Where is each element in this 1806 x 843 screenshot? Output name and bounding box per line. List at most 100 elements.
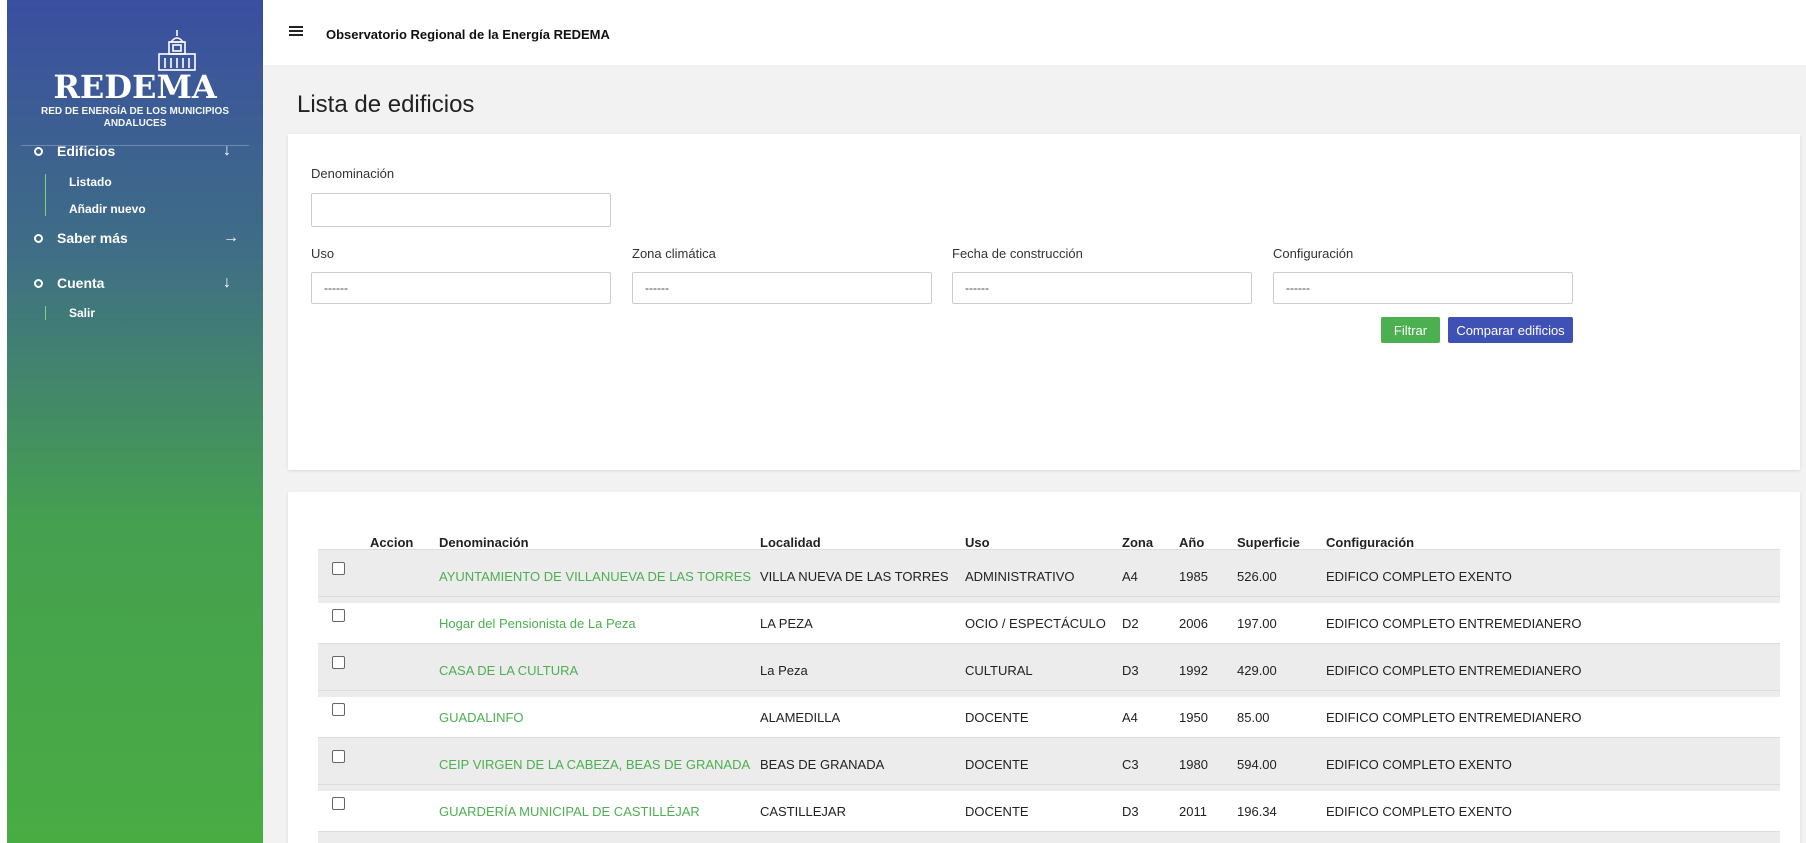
- town-hall-icon: [158, 30, 196, 71]
- page-title: Lista de edificios: [297, 91, 475, 118]
- cell-anio: 1980: [1179, 757, 1208, 772]
- sidebar-subitem-salir[interactable]: Salir: [69, 306, 95, 320]
- cell-uso: DOCENTE: [965, 757, 1029, 772]
- cell-zona: C3: [1122, 757, 1139, 772]
- cell-localidad: CASTILLEJAR: [760, 804, 846, 819]
- sidebar: REDEMA RED DE ENERGÍA DE LOS MUNICIPIOS …: [7, 0, 263, 843]
- logo-subtitle: RED DE ENERGÍA DE LOS MUNICIPIOS ANDALUC…: [7, 106, 263, 130]
- cell-superficie: 594.00: [1237, 757, 1277, 772]
- logo-title: REDEMA: [53, 68, 217, 106]
- table-row: CEIP VIRGEN DE LA CABEZA, BEAS DE GRANAD…: [318, 737, 1780, 791]
- zona-select[interactable]: ------: [632, 272, 932, 304]
- building-link[interactable]: GUARDERÍA MUNICIPAL DE CASTILLÉJAR: [439, 804, 700, 819]
- row-checkbox[interactable]: [332, 750, 345, 763]
- uso-label: Uso: [311, 246, 335, 261]
- fecha-select[interactable]: ------: [952, 272, 1252, 304]
- cell-zona: D3: [1122, 804, 1139, 819]
- cell-uso: ADMINISTRATIVO: [965, 569, 1075, 584]
- cell-configuracion: EDIFICO COMPLETO ENTREMEDIANERO: [1326, 616, 1582, 631]
- denominacion-input[interactable]: [311, 193, 611, 227]
- sidebar-item-label: Edificios: [57, 143, 116, 159]
- cell-zona: D3: [1122, 663, 1139, 678]
- building-link[interactable]: AYUNTAMIENTO DE VILLANUEVA DE LAS TORRES: [439, 569, 751, 584]
- cell-anio: 1992: [1179, 663, 1208, 678]
- cell-zona: D2: [1122, 616, 1139, 631]
- cell-superficie: 526.00: [1237, 569, 1277, 584]
- cell-anio: 1985: [1179, 569, 1208, 584]
- col-superficie: Superficie: [1237, 535, 1300, 550]
- row-checkbox[interactable]: [332, 703, 345, 716]
- cell-superficie: 429.00: [1237, 663, 1277, 678]
- col-accion: Accion: [370, 535, 414, 550]
- cell-uso: DOCENTE: [965, 710, 1029, 725]
- table-row: [318, 831, 1780, 843]
- config-label: Configuración: [1273, 246, 1354, 261]
- cell-zona: A4: [1122, 569, 1138, 584]
- hamburger-menu-icon[interactable]: [289, 26, 303, 36]
- main-content: Lista de edificios Denominación Uso ----…: [263, 65, 1806, 843]
- cell-localidad: ALAMEDILLA: [760, 710, 841, 725]
- compare-buildings-button[interactable]: Comparar edificios: [1448, 317, 1573, 343]
- cell-localidad: La Peza: [760, 663, 808, 678]
- table-row: CASA DE LA CULTURA La Peza CULTURAL D3 1…: [318, 643, 1780, 697]
- circle-bullet-icon: [34, 233, 43, 243]
- col-uso: Uso: [965, 535, 990, 550]
- denominacion-label: Denominación: [311, 166, 395, 181]
- cell-configuracion: EDIFICO COMPLETO ENTREMEDIANERO: [1326, 710, 1582, 725]
- sidebar-item-label: Cuenta: [57, 275, 105, 291]
- cell-anio: 2006: [1179, 616, 1208, 631]
- sidebar-subitem-anadir-nuevo[interactable]: Añadir nuevo: [69, 202, 146, 216]
- cell-uso: OCIO / ESPECTÁCULO: [965, 616, 1106, 631]
- building-link[interactable]: Hogar del Pensionista de La Peza: [439, 616, 636, 631]
- table-row: Hogar del Pensionista de La Peza LA PEZA…: [318, 596, 1780, 650]
- cell-uso: DOCENTE: [965, 804, 1029, 819]
- row-checkbox[interactable]: [332, 797, 345, 810]
- cell-localidad: VILLA NUEVA DE LAS TORRES: [760, 569, 949, 584]
- table-row: GUADALINFO ALAMEDILLA DOCENTE A4 1950 85…: [318, 690, 1780, 744]
- fecha-label: Fecha de construcción: [952, 246, 1083, 261]
- cell-superficie: 196.34: [1237, 804, 1277, 819]
- cell-configuracion: EDIFICO COMPLETO ENTREMEDIANERO: [1326, 663, 1582, 678]
- cell-uso: CULTURAL: [965, 663, 1033, 678]
- building-link[interactable]: CASA DE LA CULTURA: [439, 663, 578, 678]
- cell-zona: A4: [1122, 710, 1138, 725]
- arrow-right-icon: →: [223, 229, 239, 246]
- submenu-line: [45, 174, 46, 216]
- row-checkbox[interactable]: [332, 562, 345, 575]
- logo-subtitle-line2: ANDALUCES: [103, 118, 167, 129]
- zona-label: Zona climática: [632, 246, 716, 261]
- filter-card: Denominación Uso ------ Zona climática -…: [288, 134, 1800, 470]
- table-row: AYUNTAMIENTO DE VILLANUEVA DE LAS TORRES…: [318, 549, 1780, 603]
- arrow-down-icon: ↓: [223, 274, 231, 291]
- row-checkbox[interactable]: [332, 656, 345, 669]
- topbar: Observatorio Regional de la Energía REDE…: [263, 0, 1806, 65]
- circle-bullet-icon: [34, 278, 43, 288]
- filter-button[interactable]: Filtrar: [1381, 317, 1440, 343]
- cell-anio: 1950: [1179, 710, 1208, 725]
- sidebar-subitem-listado[interactable]: Listado: [69, 175, 112, 189]
- logo-subtitle-line1: RED DE ENERGÍA DE LOS MUNICIPIOS: [41, 106, 229, 117]
- sidebar-item-cuenta[interactable]: Cuenta ↓: [7, 272, 263, 294]
- buildings-table-card: Accion Denominación Localidad Uso Zona A…: [288, 492, 1800, 843]
- sidebar-item-label: Saber más: [57, 230, 128, 246]
- col-anio: Año: [1179, 535, 1205, 550]
- arrow-down-icon: ↓: [223, 142, 231, 159]
- col-configuracion: Configuración: [1326, 535, 1415, 550]
- cell-superficie: 85.00: [1237, 710, 1270, 725]
- cell-localidad: BEAS DE GRANADA: [760, 757, 885, 772]
- app-title: Observatorio Regional de la Energía REDE…: [326, 27, 610, 42]
- config-select[interactable]: ------: [1273, 272, 1573, 304]
- col-zona: Zona: [1122, 535, 1154, 550]
- row-checkbox[interactable]: [332, 609, 345, 622]
- table-row: GUARDERÍA MUNICIPAL DE CASTILLÉJAR CASTI…: [318, 784, 1780, 838]
- cell-anio: 2011: [1179, 804, 1207, 819]
- uso-select[interactable]: ------: [311, 272, 611, 304]
- building-link[interactable]: CEIP VIRGEN DE LA CABEZA, BEAS DE GRANAD…: [439, 757, 750, 772]
- cell-superficie: 197.00: [1237, 616, 1277, 631]
- cell-localidad: LA PEZA: [760, 616, 813, 631]
- col-localidad: Localidad: [760, 535, 821, 550]
- sidebar-item-edificios[interactable]: Edificios ↓: [7, 140, 263, 162]
- sidebar-item-saber-mas[interactable]: Saber más →: [7, 227, 263, 249]
- circle-bullet-icon: [34, 146, 43, 156]
- building-link[interactable]: GUADALINFO: [439, 710, 524, 725]
